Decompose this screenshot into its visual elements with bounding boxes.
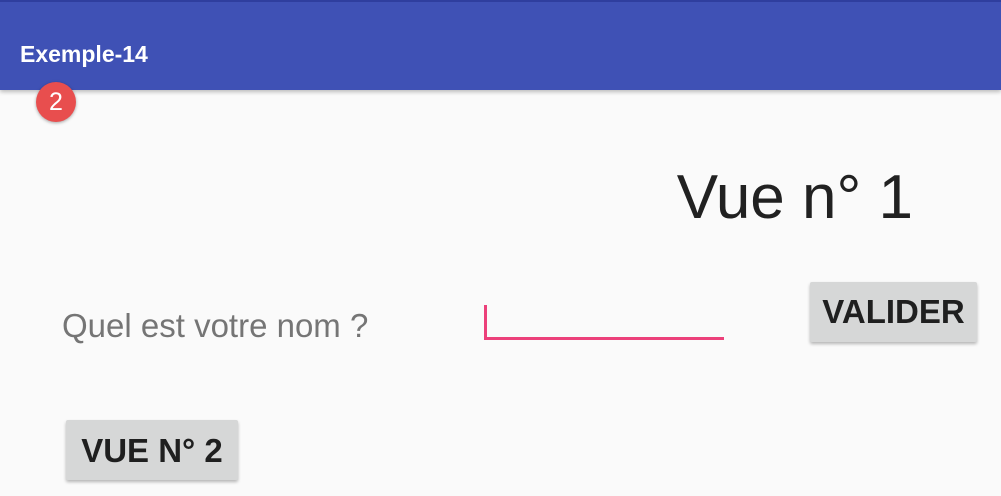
app-bar: Exemple-14 [0,0,1001,90]
notification-badge: 2 [36,82,76,122]
name-question-label: Quel est votre nom ? [62,307,369,344]
app-title: Exemple-14 [20,41,148,67]
view-2-button[interactable]: VUE N° 2 [66,420,238,480]
view-title: Vue n° 1 [676,163,913,232]
validate-button[interactable]: VALIDER [810,282,977,342]
app-screen: Exemple-14 2 Vue n° 1 Quel est votre nom… [0,0,1001,496]
name-input[interactable] [484,300,724,340]
text-cursor [484,305,487,337]
